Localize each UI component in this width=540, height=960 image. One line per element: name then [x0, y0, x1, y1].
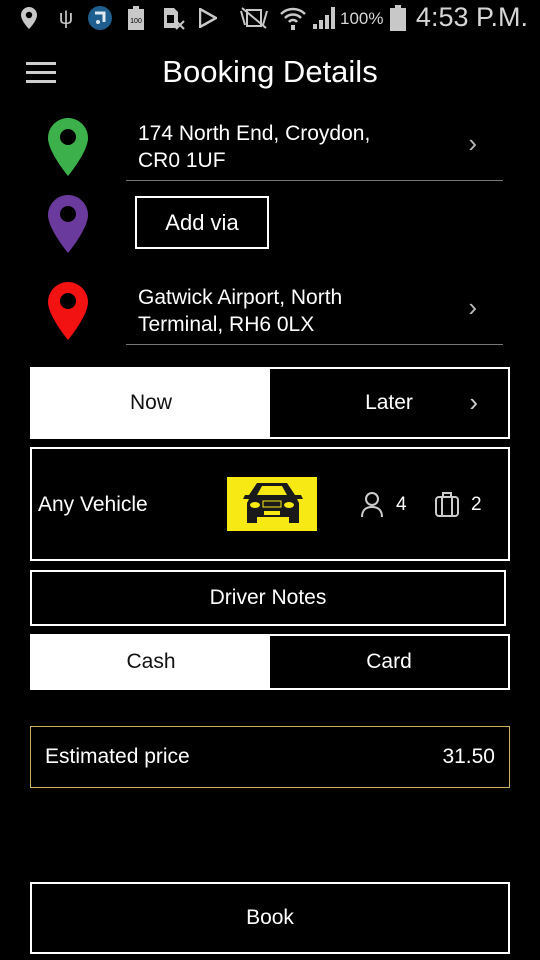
car-image: [227, 477, 317, 531]
pickup-address-line2: CR0 1UF: [138, 149, 226, 172]
later-label: Later: [365, 391, 413, 414]
pickup-pin-icon: [48, 118, 88, 176]
book-button[interactable]: Book: [30, 882, 510, 954]
pickup-address-line1: 174 North End, Croydon,: [138, 122, 371, 145]
battery-percent: 100%: [340, 9, 384, 28]
dropoff-address-field[interactable]: Gatwick Airport, North Terminal, RH6 0LX…: [126, 274, 503, 345]
chevron-right-icon: ›: [468, 292, 477, 322]
luggage-icon: [434, 491, 460, 522]
add-via-button[interactable]: Add via: [135, 196, 269, 249]
card-option[interactable]: Card: [270, 636, 508, 688]
chevron-right-icon: ›: [469, 387, 478, 417]
price-value: 31.50: [442, 745, 495, 768]
dropoff-address-line1: Gatwick Airport, North: [138, 286, 343, 309]
status-bar: ψ 100 100% 4:53 P.M.: [0, 0, 540, 38]
play-store-icon: [198, 6, 218, 30]
cash-option[interactable]: Cash: [32, 636, 270, 688]
pickup-address-field[interactable]: 174 North End, Croydon, CR0 1UF ›: [126, 110, 503, 181]
battery-icon: [389, 5, 407, 31]
later-option[interactable]: Later ›: [270, 369, 508, 437]
vibrate-off-icon: [240, 6, 268, 30]
passenger-icon: [360, 491, 384, 522]
timing-toggle: Now Later ›: [30, 367, 510, 439]
page-title: Booking Details: [162, 54, 378, 89]
now-option[interactable]: Now: [32, 369, 270, 437]
app-notification-icon: [86, 6, 114, 30]
driver-notes-button[interactable]: Driver Notes: [30, 570, 506, 626]
estimated-price-panel: Estimated price 31.50: [30, 726, 510, 788]
chevron-right-icon: ›: [468, 128, 477, 158]
luggage-count: 2: [471, 494, 482, 515]
dropoff-address-line2: Terminal, RH6 0LX: [138, 313, 315, 336]
usb-icon: ψ: [58, 6, 74, 29]
sim-card-x-icon: [164, 6, 186, 30]
payment-toggle: Cash Card: [30, 634, 510, 690]
vehicle-selector[interactable]: Any Vehicle 4 2: [30, 447, 510, 561]
location-icon: [18, 6, 40, 30]
battery-100-icon: 100: [128, 6, 144, 30]
via-pin-icon: [48, 195, 88, 253]
vehicle-label: Any Vehicle: [38, 493, 148, 516]
svg-text:100: 100: [130, 18, 142, 25]
wifi-icon: [278, 6, 308, 30]
price-label: Estimated price: [45, 745, 190, 768]
passenger-count: 4: [396, 494, 407, 515]
clock: 4:53 P.M.: [415, 2, 528, 32]
dropoff-pin-icon: [48, 282, 88, 340]
signal-icon: [312, 6, 338, 30]
